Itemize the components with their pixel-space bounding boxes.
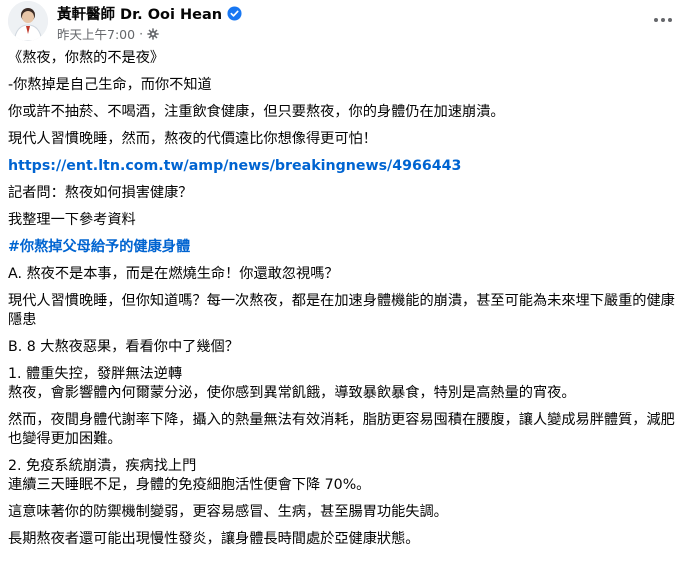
item-1-more: 然而，夜間身體代謝率下降，攝入的熱量無法有效消耗，脂肪更容易囤積在腰腹，讓人變成… — [8, 412, 675, 447]
post-line-note: 我整理一下參考資料 — [8, 212, 136, 228]
item-2-more: 這意味著你的防禦機制變弱，更容易感冒、生病，甚至腸胃功能失調。 — [8, 504, 448, 520]
more-options-icon[interactable] — [651, 8, 675, 32]
section-a-heading: A. 熬夜不是本事，而是在燃燒生命！你還敢忽視嗎？ — [8, 266, 339, 282]
verified-badge-icon — [227, 6, 242, 21]
post-timestamp[interactable]: 昨天上午7:00 — [57, 24, 135, 43]
post-line-subtitle: -你熬掉是自己生命，而你不知道 — [8, 77, 212, 93]
post-line-intro-2: 現代人習慣晚睡，然而，熬夜的代價遠比你想像得更可怕！ — [8, 131, 377, 147]
post-line-question: 記者問：熬夜如何損害健康？ — [8, 185, 193, 201]
avatar[interactable] — [8, 1, 48, 41]
section-b-heading: B. 8 大熬夜惡果，看看你中了幾個？ — [8, 339, 239, 355]
item-1: 1. 體重失控，發胖無法逆轉 熬夜，會影響體內何爾蒙分泌，使你感到異常飢餓，導致… — [8, 366, 576, 401]
post-line-intro: 你或許不抽菸、不喝酒，注重飲食健康，但只要熬夜，你的身體仍在加速崩潰。 — [8, 104, 505, 120]
article-link[interactable]: https://ent.ltn.com.tw/amp/news/breaking… — [8, 157, 683, 176]
item-2: 2. 免疫系統崩潰，疾病找上門 連續三天睡眠不足，身體的免疫細胞活性便會下降 7… — [8, 458, 371, 493]
post-header: 黃軒醫師 Dr. Ooi Hean 昨天上午7:00 · — [0, 0, 687, 46]
post-body: 《熬夜，你熬的不是夜》 -你熬掉是自己生命，而你不知道 你或許不抽菸、不喝酒，注… — [8, 49, 683, 549]
gear-icon[interactable] — [147, 27, 159, 40]
meta-separator: · — [139, 26, 144, 41]
item-2-more-2: 長期熬夜者還可能出現慢性發炎，讓身體長時間處於亞健康狀態。 — [8, 531, 420, 547]
hashtag-link[interactable]: #你熬掉父母給予的健康身體 — [8, 238, 683, 257]
section-a-body: 現代人習慣晚睡，但你知道嗎？每一次熬夜，都是在加速身體機能的崩潰，甚至可能為未來… — [8, 293, 675, 328]
author-name[interactable]: 黃軒醫師 Dr. Ooi Hean — [57, 3, 222, 24]
post-line-title: 《熬夜，你熬的不是夜》 — [8, 50, 165, 66]
